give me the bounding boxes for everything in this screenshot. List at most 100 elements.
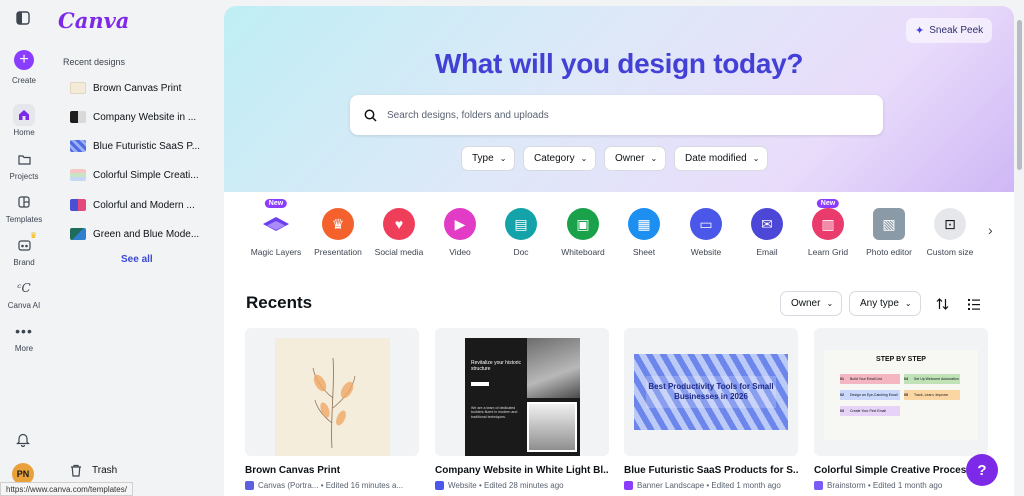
recent-design-item[interactable]: Company Website in ... <box>70 108 216 126</box>
design-card[interactable]: Revitalize your historic structure We ar… <box>435 328 609 490</box>
design-type-label: Doc <box>513 247 529 257</box>
rail-item-brand[interactable]: ♛ Brand <box>0 231 48 267</box>
scrollbar-thumb[interactable] <box>1017 20 1022 170</box>
design-type-email[interactable]: ✉ Email <box>735 208 799 257</box>
trash-button[interactable]: Trash <box>70 464 117 477</box>
step-text: Create Your First Email <box>850 409 886 413</box>
magic-layers-icon: New <box>260 199 292 240</box>
design-type-video[interactable]: ▶ Video <box>428 208 492 257</box>
design-thumbnail <box>70 228 86 240</box>
trash-label: Trash <box>92 465 118 476</box>
recent-design-label: Colorful Simple Creati... <box>93 169 199 181</box>
recent-design-item[interactable]: Brown Canvas Print <box>70 79 216 97</box>
help-button[interactable]: ? <box>966 454 998 486</box>
building-photo <box>527 402 577 452</box>
sneak-peek-button[interactable]: ✦ Sneak Peek <box>906 18 993 43</box>
rail-item-home[interactable]: Home <box>0 104 48 137</box>
chevron-right-icon[interactable]: › <box>988 222 993 238</box>
design-type-photo-editor[interactable]: ▧ Photo editor <box>857 208 921 257</box>
filter-category[interactable]: Category ⌄ <box>523 146 597 171</box>
step-text: Build Your Email List <box>850 377 882 381</box>
design-type-presentation[interactable]: ♛ Presentation <box>306 208 370 257</box>
recent-design-item[interactable]: Colorful Simple Creati... <box>70 166 216 184</box>
design-type-label: Social media <box>374 247 424 257</box>
owner-dropdown[interactable]: Owner ⌄ <box>780 291 843 316</box>
plus-icon[interactable]: + <box>14 50 34 70</box>
panel-title: Recent designs <box>63 57 126 67</box>
rail-item-templates[interactable]: Templates <box>0 191 48 224</box>
design-thumbnail <box>245 328 419 456</box>
hero-banner: ✦ Sneak Peek What will you design today?… <box>224 6 1014 192</box>
new-badge: New <box>816 199 840 208</box>
design-type-magic-layers[interactable]: New Magic Layers <box>244 199 308 257</box>
sneak-peek-label: Sneak Peek <box>929 25 984 36</box>
canva-ai-icon: ᶜC <box>17 281 31 295</box>
filter-owner[interactable]: Owner ⌄ <box>604 146 667 171</box>
sort-icon[interactable] <box>933 295 951 313</box>
canva-app: + Create Home Projects Templates ♛ Brand… <box>0 0 1024 496</box>
design-type-row: New Magic Layers ♛ Presentation ♥ Social… <box>240 199 1010 268</box>
canva-logo[interactable]: Canva <box>58 8 129 33</box>
website-icon: ▭ <box>690 208 722 240</box>
card-meta-text: Brainstorm • Edited 1 month ago <box>827 481 943 490</box>
design-card[interactable]: Brown Canvas Print Canvas (Portra... • E… <box>245 328 419 490</box>
sidebar-toggle-icon[interactable] <box>16 11 30 30</box>
heart-icon: ♥ <box>383 208 415 240</box>
search-input[interactable] <box>387 109 867 121</box>
scaffold-photo <box>527 338 580 398</box>
design-type-website[interactable]: ▭ Website <box>674 208 738 257</box>
step-box: 04 Set Up Welcome Automation <box>904 374 960 384</box>
see-all-link[interactable]: See all <box>121 254 153 265</box>
website-body: We are a team of dedicated builders flue… <box>471 406 518 419</box>
design-type-sheet[interactable]: ▦ Sheet <box>612 208 676 257</box>
crown-icon: ♛ <box>29 231 37 240</box>
folder-icon <box>13 148 35 170</box>
bell-icon[interactable] <box>16 432 30 452</box>
step-number: 05 <box>904 393 908 397</box>
rail-item-canva-ai[interactable]: ᶜC Canva AI <box>0 277 48 310</box>
design-type-doc[interactable]: ▤ Doc <box>489 208 553 257</box>
list-view-icon[interactable] <box>965 295 983 313</box>
filter-date-modified[interactable]: Date modified ⌄ <box>674 146 769 171</box>
banner-text: Best Productivity Tools for Small Busine… <box>646 376 776 408</box>
rail-item-projects[interactable]: Projects <box>0 148 48 181</box>
filter-label: Date modified <box>685 153 747 164</box>
design-type-social-media[interactable]: ♥ Social media <box>367 208 431 257</box>
doc-icon: ▤ <box>505 208 537 240</box>
floral-illustration <box>312 357 356 449</box>
design-thumbnail: STEP BY STEP 01 Build Your Email List 04 S… <box>814 328 988 456</box>
design-type-label: Whiteboard <box>561 247 605 257</box>
rail-create-label: Create <box>11 76 36 85</box>
sheet-icon: ▦ <box>628 208 660 240</box>
search-bar[interactable] <box>350 95 883 135</box>
recent-design-item[interactable]: Blue Futuristic SaaS P... <box>70 137 216 155</box>
website-preview: Revitalize your historic structure We ar… <box>465 338 580 456</box>
card-meta-text: Banner Landscape • Edited 1 month ago <box>637 481 781 490</box>
step-number: 04 <box>904 377 908 381</box>
step-text: Design an Eye-Catching Email <box>850 393 898 397</box>
filter-type[interactable]: Type ⌄ <box>461 146 516 171</box>
rail-item-more[interactable]: ••• More <box>0 320 48 353</box>
design-type-whiteboard[interactable]: ▣ Whiteboard <box>551 208 615 257</box>
process-preview: STEP BY STEP 01 Build Your Email List 04 S… <box>824 350 978 440</box>
templates-icon <box>13 191 35 213</box>
design-card[interactable]: Best Productivity Tools for Small Busine… <box>624 328 798 490</box>
whiteboard-icon: ▣ <box>567 208 599 240</box>
page-scrollbar[interactable] <box>1015 0 1024 496</box>
recent-design-item[interactable]: Green and Blue Mode... <box>70 225 216 243</box>
design-type-learn-grid[interactable]: ▥ New Learn Grid <box>796 199 860 257</box>
design-card[interactable]: STEP BY STEP 01 Build Your Email List 04 S… <box>814 328 988 490</box>
step-box: 01 Build Your Email List <box>840 374 900 384</box>
rail-create[interactable]: + Create <box>0 50 48 85</box>
filter-label: Owner <box>615 153 645 164</box>
step-number: 02 <box>840 393 844 397</box>
card-meta: Brainstorm • Edited 1 month ago <box>814 481 988 490</box>
banner-preview: Best Productivity Tools for Small Busine… <box>634 354 788 430</box>
website-cta <box>471 382 489 386</box>
recent-design-item[interactable]: Colorful and Modern ... <box>70 196 216 214</box>
sparkle-icon: ✦ <box>915 25 925 37</box>
design-type-label: Presentation <box>314 247 362 257</box>
search-icon <box>364 109 377 122</box>
type-dropdown[interactable]: Any type ⌄ <box>849 291 921 316</box>
design-type-custom-size[interactable]: ⊡ Custom size <box>918 208 982 257</box>
